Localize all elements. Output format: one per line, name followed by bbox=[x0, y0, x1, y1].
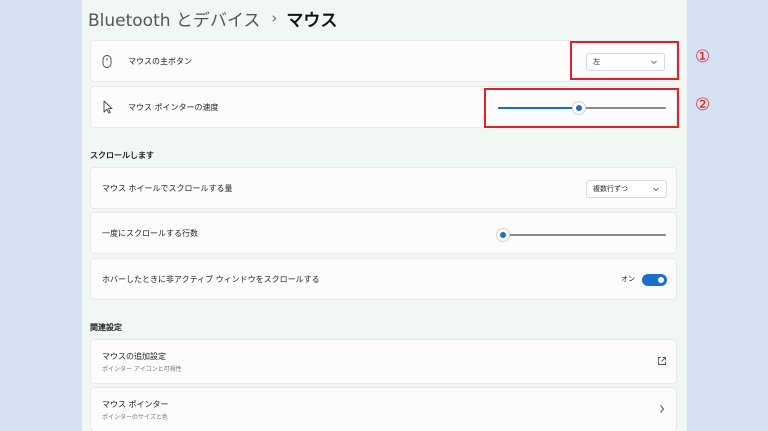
additional-settings-subtitle: ポインター アイコンと可視性 bbox=[102, 366, 182, 373]
annotation-number-2: ② bbox=[695, 95, 711, 115]
mouse-pointer-link[interactable]: マウス ポインター ポインターのサイズと色 bbox=[90, 387, 677, 431]
pointer-speed-label: マウス ポインターの速度 bbox=[128, 103, 219, 112]
additional-settings-link[interactable]: マウスの追加設定 ポインター アイコンと可視性 bbox=[90, 339, 677, 384]
external-link-icon bbox=[658, 357, 666, 365]
chevron-down-icon bbox=[653, 187, 659, 192]
additional-settings-title: マウスの追加設定 bbox=[102, 352, 166, 361]
scroll-section-title: スクロールします bbox=[90, 151, 154, 160]
mouse-pointer-title: マウス ポインター bbox=[102, 400, 169, 409]
annotation-box-1 bbox=[570, 41, 679, 80]
breadcrumb: Bluetooth とデバイス › マウス bbox=[88, 4, 337, 32]
cursor-icon bbox=[103, 100, 113, 114]
slider-track bbox=[498, 234, 666, 236]
inactive-scroll-toggle[interactable] bbox=[642, 274, 667, 286]
lines-to-scroll-label: 一度にスクロールする行数 bbox=[102, 229, 198, 238]
primary-button-label: マウスの主ボタン bbox=[128, 57, 192, 66]
chevron-right-icon bbox=[660, 405, 665, 413]
toggle-knob bbox=[658, 277, 664, 283]
wheel-scroll-label: マウス ホイールでスクロールする量 bbox=[102, 184, 233, 193]
related-section-title: 関連設定 bbox=[90, 323, 122, 332]
wheel-scroll-value: 複数行ずつ bbox=[593, 185, 628, 193]
breadcrumb-parent-link[interactable]: Bluetooth とデバイス bbox=[88, 6, 260, 31]
slider-thumb[interactable] bbox=[497, 229, 510, 241]
lines-to-scroll-row: 一度にスクロールする行数 bbox=[90, 212, 677, 254]
mouse-icon bbox=[102, 55, 112, 68]
page-title: マウス bbox=[286, 10, 338, 31]
inactive-scroll-row: ホバーしたときに非アクティブ ウィンドウをスクロールする オン bbox=[90, 258, 677, 300]
inactive-scroll-label: ホバーしたときに非アクティブ ウィンドウをスクロールする bbox=[102, 275, 320, 284]
mouse-pointer-subtitle: ポインターのサイズと色 bbox=[102, 414, 168, 421]
annotation-box-2 bbox=[484, 88, 679, 128]
breadcrumb-separator: › bbox=[271, 9, 278, 27]
toggle-state-label: オン bbox=[621, 275, 635, 283]
lines-to-scroll-slider[interactable] bbox=[497, 229, 666, 241]
annotation-number-1: ① bbox=[695, 47, 711, 67]
wheel-scroll-row: マウス ホイールでスクロールする量 複数行ずつ bbox=[90, 167, 677, 209]
wheel-scroll-dropdown[interactable]: 複数行ずつ bbox=[586, 180, 667, 198]
